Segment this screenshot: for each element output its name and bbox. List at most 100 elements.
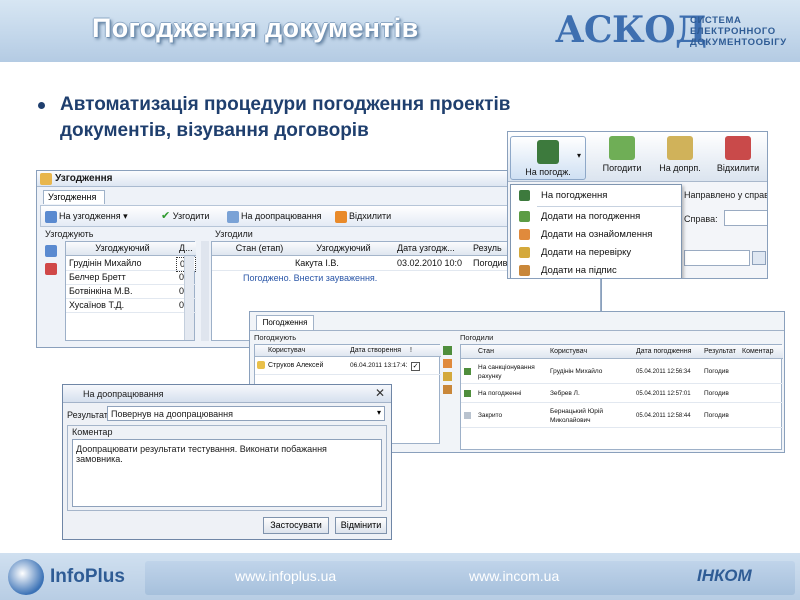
menu-item-add-for-check[interactable]: Додати на перевірку bbox=[511, 243, 681, 262]
send-for-approval-button[interactable]: На узгодження ▾ bbox=[45, 208, 128, 224]
tab-approval[interactable]: Узгодження bbox=[43, 190, 105, 204]
row-approver-name: Какута І.В. bbox=[295, 258, 339, 268]
add-user-icon bbox=[519, 229, 530, 240]
case-field[interactable] bbox=[724, 210, 767, 226]
column-header-user[interactable]: Користувач bbox=[265, 345, 345, 356]
row-agreed-date: 05.04.2011 12:58:44 bbox=[636, 413, 691, 419]
column-header-date[interactable]: Д... bbox=[176, 242, 196, 255]
add-user-icon[interactable] bbox=[45, 245, 57, 257]
table-row[interactable]: Струков Алексей 06.04.2011 13:17:41 ✓ bbox=[255, 359, 441, 375]
column-header-stage[interactable]: Стан (етап) bbox=[224, 242, 292, 255]
table-row[interactable]: На санкціонування рахунку Грудінін Михай… bbox=[461, 360, 783, 384]
row-approval-date: 03.02.2010 10:0 bbox=[397, 258, 463, 268]
comment-label: Коментар bbox=[72, 427, 113, 437]
table-row[interactable]: Хусаїнов Т.Д. 03. bbox=[66, 299, 196, 313]
row-approver-name: Белчер Бретт bbox=[69, 272, 126, 282]
send-for-rework-button[interactable]: На доопрацювання bbox=[227, 208, 322, 224]
row-approver-name: Грудінін Михайло bbox=[69, 258, 142, 268]
close-icon[interactable]: ✕ bbox=[375, 386, 385, 400]
agreed-panel-title: Погодили bbox=[460, 333, 494, 342]
menu-item-add-for-agreement[interactable]: Додати на погодження bbox=[511, 207, 681, 226]
row-created-date: 06.04.2011 13:17:41 bbox=[350, 362, 407, 369]
vertical-scrollbar[interactable] bbox=[184, 256, 194, 340]
column-header-result[interactable]: Результат bbox=[701, 345, 739, 358]
approvers-side-toolbar bbox=[43, 243, 63, 303]
column-header-comment[interactable]: Коментар bbox=[739, 345, 783, 358]
agreed-grid-header: Стан Користувач Дата погодження Результа… bbox=[461, 345, 783, 359]
slide-title: Погодження документів bbox=[92, 13, 419, 43]
reject-button[interactable]: Відхилити bbox=[335, 208, 391, 224]
rework-dialog-title: На доопрацювання bbox=[83, 389, 164, 399]
approve-button[interactable]: ✔ Узгодити bbox=[161, 208, 209, 224]
status-icon bbox=[464, 368, 471, 375]
menu-item-add-for-signature[interactable]: Додати на підпис bbox=[511, 261, 681, 278]
checkmark-icon: ✔ bbox=[161, 210, 171, 222]
tab-agreement[interactable]: Погодження bbox=[256, 315, 314, 330]
table-row[interactable]: Белчер Бретт 03. bbox=[66, 271, 196, 285]
menu-item-add-for-review[interactable]: Додати на ознайомлення bbox=[511, 225, 681, 244]
calendar-icon[interactable] bbox=[752, 251, 766, 265]
table-row[interactable]: На погодженні Зебрев Л. 05.04.2011 12:57… bbox=[461, 385, 783, 403]
approved-panel-title: Узгодили bbox=[215, 229, 253, 239]
column-header-approver[interactable]: Узгоджуючий bbox=[66, 242, 176, 255]
panel-splitter[interactable] bbox=[201, 241, 209, 341]
table-row[interactable]: Грудінін Михайло 03. bbox=[66, 257, 196, 272]
column-header-result[interactable]: Резуль bbox=[470, 242, 510, 255]
agreed-grid: Стан Користувач Дата погодження Результа… bbox=[460, 344, 783, 450]
status-icon bbox=[464, 390, 471, 397]
row-result: Погодив bbox=[704, 390, 729, 397]
agreement-icon bbox=[537, 140, 559, 164]
approvers-grid: Узгоджуючий Д... Грудінін Михайло 03. Бе… bbox=[65, 241, 196, 341]
rework-dialog: На доопрацювання ✕ Результат Повернув на… bbox=[62, 384, 392, 540]
column-header-agreed-date[interactable]: Дата погодження bbox=[633, 345, 701, 358]
result-label: Результат bbox=[67, 410, 108, 420]
checkbox[interactable]: ✓ bbox=[411, 362, 420, 371]
add-user-icon[interactable] bbox=[443, 385, 452, 394]
row-stage: Закрито bbox=[478, 412, 503, 419]
date-field[interactable] bbox=[684, 250, 750, 266]
infoplus-logo: InfoPlus bbox=[50, 566, 125, 587]
row-result: Погодив bbox=[704, 412, 729, 419]
row-approval-result: Погодив bbox=[473, 258, 508, 268]
row-approver-name: Ботвінкіна М.В. bbox=[69, 286, 133, 296]
column-header-approver[interactable]: Узгоджуючий bbox=[292, 242, 392, 255]
apply-button[interactable]: Застосувати bbox=[263, 517, 329, 534]
add-user-icon bbox=[519, 247, 530, 258]
add-user-icon[interactable] bbox=[443, 359, 452, 368]
edit-icon bbox=[227, 210, 239, 223]
rework-icon bbox=[667, 136, 693, 160]
column-header-stage[interactable]: Стан bbox=[475, 345, 545, 358]
slide: Погодження документів АСКОД СИСТЕМА ЕЛЕК… bbox=[0, 0, 800, 600]
infoplus-link[interactable]: www.infoplus.ua bbox=[235, 568, 336, 584]
chevron-down-icon[interactable]: ▾ bbox=[577, 151, 581, 160]
column-header-approval-date[interactable]: Дата узгодж... bbox=[394, 242, 462, 255]
row-stage: На санкціонування рахунку bbox=[478, 364, 535, 380]
menu-item-on-agreement[interactable]: На погодження bbox=[511, 186, 681, 205]
agreeing-side-toolbar bbox=[442, 344, 454, 424]
comment-textarea[interactable]: Доопрацювати результати тестування. Вико… bbox=[72, 439, 382, 507]
remove-user-icon[interactable] bbox=[45, 263, 57, 275]
column-header-created[interactable]: Дата створення bbox=[347, 345, 407, 356]
table-row[interactable]: Ботвінкіна М.В. 03. bbox=[66, 285, 196, 299]
rework-button[interactable]: На допрп. bbox=[652, 136, 708, 173]
approvers-grid-header: Узгоджуючий Д... bbox=[66, 242, 196, 256]
column-header-user[interactable]: Користувач bbox=[547, 345, 631, 358]
reject-button[interactable]: Відхилити bbox=[710, 136, 766, 173]
add-user-icon[interactable] bbox=[443, 372, 452, 381]
row-stage: На погодженні bbox=[478, 390, 522, 397]
approve-button[interactable]: Погодити bbox=[594, 136, 650, 173]
table-row[interactable]: Закрито Бернацький Юрій Миколайович 05.0… bbox=[461, 404, 783, 428]
result-select[interactable]: Повернув на доопрацювання ▾ bbox=[107, 406, 385, 421]
send-for-agreement-button[interactable]: На погодж. ▾ bbox=[510, 136, 586, 180]
row-approver-name: Хусаїнов Т.Д. bbox=[69, 300, 125, 310]
row-user: Бернацький Юрій Миколайович bbox=[550, 408, 603, 424]
incom-link[interactable]: www.incom.ua bbox=[469, 568, 559, 584]
row-user: Струков Алексей bbox=[268, 362, 324, 369]
comment-group: Коментар Доопрацювати результати тестува… bbox=[67, 425, 387, 511]
row-agreed-date: 05.04.2011 12:56:34 bbox=[636, 369, 691, 375]
cancel-button[interactable]: Відмінити bbox=[335, 517, 387, 534]
add-user-icon[interactable] bbox=[443, 346, 452, 355]
chevron-down-icon[interactable]: ▾ bbox=[377, 408, 381, 417]
column-header-priority[interactable]: ! bbox=[407, 345, 419, 356]
tagline-line-3: ДОКУМЕНТООБІГУ bbox=[690, 37, 787, 48]
